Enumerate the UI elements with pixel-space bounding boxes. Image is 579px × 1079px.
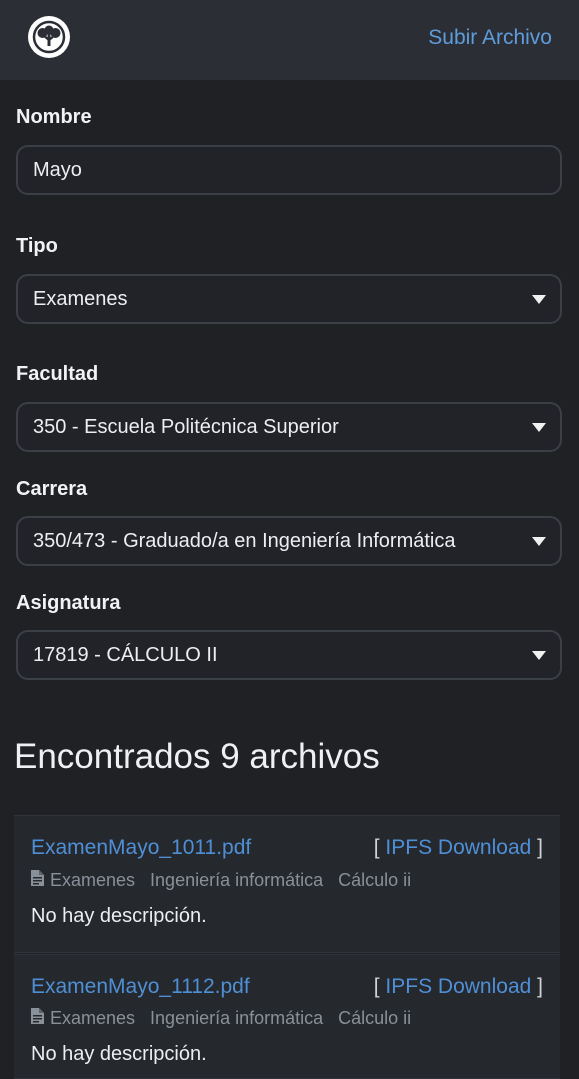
caret-down-icon <box>532 295 546 304</box>
caret-down-icon <box>532 423 546 432</box>
document-icon <box>31 1008 44 1029</box>
file-description: No hay descripción. <box>31 1043 207 1065</box>
nombre-input[interactable]: Mayo <box>16 145 562 195</box>
file-tags: Examenes Ingeniería informática Cálculo … <box>31 870 426 891</box>
upload-file-link[interactable]: Subir Archivo <box>428 26 552 50</box>
tag-subject: Cálculo ii <box>338 1008 412 1028</box>
tree-logo-icon[interactable] <box>28 16 70 58</box>
nombre-input-value: Mayo <box>33 158 82 181</box>
tipo-select[interactable]: Examenes <box>16 274 562 324</box>
tag-type: Examenes <box>50 870 136 890</box>
top-navbar: Subir Archivo <box>0 0 579 80</box>
file-description: No hay descripción. <box>31 905 207 927</box>
tipo-select-value: Examenes <box>33 287 128 310</box>
file-card: ExamenMayo_1112.pdf [ IPFS Download ] Ex… <box>14 954 560 1079</box>
tag-subject: Cálculo ii <box>338 870 412 890</box>
tag-type: Examenes <box>50 1008 136 1028</box>
asignatura-label: Asignatura <box>16 592 121 614</box>
asignatura-select[interactable]: 17819 - CÁLCULO II <box>16 630 562 680</box>
results-heading: Encontrados 9 archivos <box>14 737 380 776</box>
ipfs-download-link[interactable]: [ IPFS Download ] <box>374 975 543 999</box>
carrera-select[interactable]: 350/473 - Graduado/a en Ingeniería Infor… <box>16 516 562 566</box>
facultad-select-value: 350 - Escuela Politécnica Superior <box>33 415 339 438</box>
facultad-label: Facultad <box>16 363 99 385</box>
document-icon <box>31 870 44 891</box>
caret-down-icon <box>532 651 546 660</box>
ipfs-download-label: IPFS Download <box>385 975 532 998</box>
ipfs-download-label: IPFS Download <box>385 836 532 859</box>
nombre-label: Nombre <box>16 106 92 128</box>
tag-career: Ingeniería informática <box>150 1008 324 1028</box>
file-name-link[interactable]: ExamenMayo_1011.pdf <box>31 836 251 860</box>
tag-career: Ingeniería informática <box>150 870 324 890</box>
asignatura-select-value: 17819 - CÁLCULO II <box>33 643 218 666</box>
file-tags: Examenes Ingeniería informática Cálculo … <box>31 1008 426 1029</box>
facultad-select[interactable]: 350 - Escuela Politécnica Superior <box>16 402 562 452</box>
tipo-label: Tipo <box>16 235 58 257</box>
file-name-link[interactable]: ExamenMayo_1112.pdf <box>31 975 250 999</box>
carrera-select-value: 350/473 - Graduado/a en Ingeniería Infor… <box>33 529 456 552</box>
caret-down-icon <box>532 537 546 546</box>
file-card: ExamenMayo_1011.pdf [ IPFS Download ] Ex… <box>14 815 560 953</box>
carrera-label: Carrera <box>16 478 88 500</box>
ipfs-download-link[interactable]: [ IPFS Download ] <box>374 836 543 860</box>
